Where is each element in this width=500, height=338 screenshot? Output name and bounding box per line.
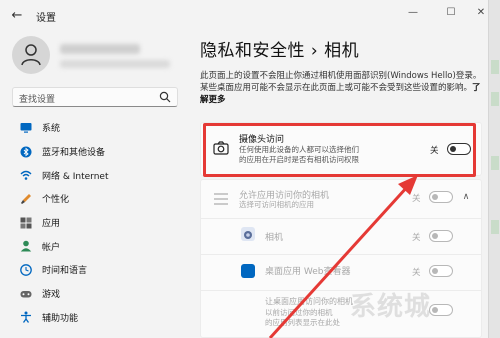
sidebar-item-accounts[interactable]: 帐户 xyxy=(12,234,182,258)
background-window-edge xyxy=(488,0,500,338)
chevron-up-icon[interactable]: ∧ xyxy=(459,190,473,204)
desktop-access-line-1: 让桌面应用访问你的相机 xyxy=(265,297,353,306)
sidebar-nav: 系统 蓝牙和其他设备 网络 & Internet 个性化 应用 帐户 时间和语言… xyxy=(12,116,182,329)
app-name: 桌面应用 Web查看器 xyxy=(265,267,351,277)
sidebar-item-label: 游戏 xyxy=(42,290,61,301)
camera-app-icon xyxy=(241,227,255,241)
app-access-state: 关 xyxy=(412,194,421,204)
sidebar-item-label: 辅助功能 xyxy=(42,313,79,324)
sidebar-item-personalization[interactable]: 个性化 xyxy=(12,187,182,211)
desktop-access-line-2: 以前访问过你的相机 xyxy=(265,308,333,317)
back-arrow-icon[interactable]: ← xyxy=(8,7,26,25)
sidebar-item-label: 个性化 xyxy=(42,195,70,206)
app-camera-access-card: 允许应用访问你的相机 选择可访问相机的应用 关 ∧ 相机 关 桌面应用 Web查… xyxy=(200,179,482,338)
web-viewer-app-icon xyxy=(241,264,255,278)
wifi-icon xyxy=(20,171,32,181)
sidebar-item-bluetooth[interactable]: 蓝牙和其他设备 xyxy=(12,140,182,164)
page-title: 隐私和安全性 › 相机 xyxy=(200,41,360,61)
sidebar-item-gaming[interactable]: 游戏 xyxy=(12,282,182,306)
gamepad-icon xyxy=(20,290,32,298)
desktop-access-line-3: 的应用列表显示在此处 xyxy=(265,318,340,327)
app-title: 设置 xyxy=(36,13,56,24)
page-description: 此页面上的设置不会阻止你通过相机使用面部识别(Windows Hello)登录。… xyxy=(200,70,484,106)
title-bar: ← 设置 — ☐ ✕ xyxy=(0,0,500,32)
camera-app-toggle[interactable] xyxy=(429,230,453,242)
blurred-email xyxy=(60,60,170,68)
description-text: 此页面上的设置不会阻止你通过相机使用面部识别(Windows Hello)登录。… xyxy=(200,71,482,93)
sidebar-item-system[interactable]: 系统 xyxy=(12,116,182,140)
sidebar-item-label: 时间和语言 xyxy=(42,266,88,277)
maximize-button[interactable]: ☐ xyxy=(440,4,462,22)
avatar xyxy=(12,36,50,74)
search-placeholder: 查找设置 xyxy=(19,95,56,105)
sidebar-item-label: 应用 xyxy=(42,219,61,230)
person-icon xyxy=(21,44,41,66)
app-state: 关 xyxy=(412,268,421,278)
accessibility-icon xyxy=(21,311,31,324)
search-icon[interactable] xyxy=(159,91,171,103)
brush-icon xyxy=(21,193,31,204)
sidebar-item-label: 网络 & Internet xyxy=(42,171,109,182)
sidebar-item-label: 系统 xyxy=(42,124,61,135)
app-access-toggle[interactable] xyxy=(429,191,453,203)
bluetooth-icon xyxy=(20,146,32,158)
sidebar-item-time-language[interactable]: 时间和语言 xyxy=(12,258,182,282)
watermark: 系统城 xyxy=(350,292,432,322)
user-profile[interactable] xyxy=(12,36,182,76)
person-icon xyxy=(20,240,32,252)
app-name: 相机 xyxy=(265,233,284,243)
app-state: 关 xyxy=(412,233,421,243)
search-input[interactable]: 查找设置 xyxy=(12,87,178,107)
sidebar-item-accessibility[interactable]: 辅助功能 xyxy=(12,306,182,330)
sidebar-item-apps[interactable]: 应用 xyxy=(12,211,182,235)
blurred-username xyxy=(60,44,140,54)
web-viewer-toggle[interactable] xyxy=(429,265,453,277)
desktop-access-toggle[interactable] xyxy=(429,304,453,316)
monitor-icon xyxy=(20,122,32,133)
list-settings-icon xyxy=(214,193,228,205)
sidebar-item-label: 帐户 xyxy=(42,242,61,253)
minimize-button[interactable]: — xyxy=(402,4,424,22)
sidebar-item-network[interactable]: 网络 & Internet xyxy=(12,163,182,187)
app-access-subtitle: 选择可访问相机的应用 xyxy=(239,200,314,209)
apps-icon xyxy=(20,217,32,229)
sidebar-item-label: 蓝牙和其他设备 xyxy=(42,148,106,159)
clock-globe-icon xyxy=(20,264,32,276)
highlight-box xyxy=(203,123,476,177)
